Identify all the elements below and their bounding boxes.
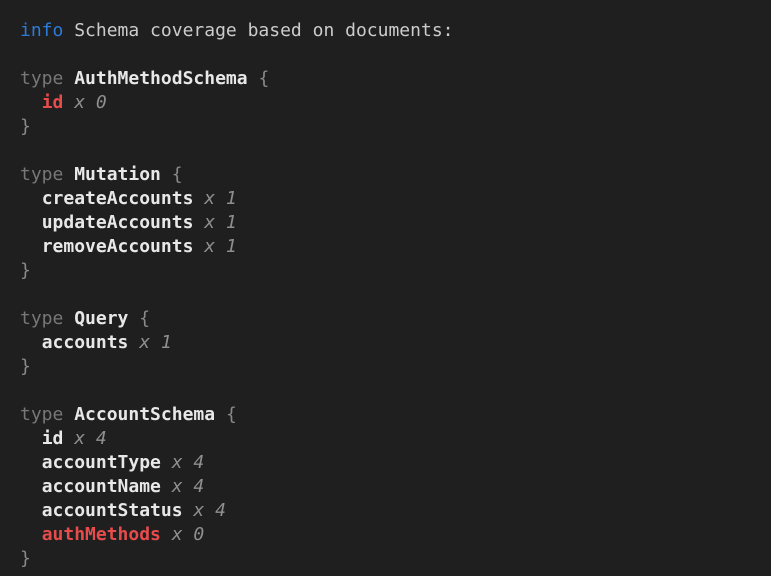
type-name: AccountSchema (74, 404, 215, 425)
terminal-line (20, 139, 757, 163)
log-text (20, 188, 42, 209)
type-keyword: type (20, 164, 63, 185)
terminal-line: } (20, 115, 757, 139)
info-label: info (20, 20, 63, 41)
field-name: accountStatus (42, 500, 183, 521)
usage-count: x 4 (172, 476, 205, 497)
log-text (63, 68, 74, 89)
field-name: accountName (42, 476, 161, 497)
terminal-line (20, 379, 757, 403)
terminal-line: accountStatus x 4 (20, 499, 757, 523)
field-name: removeAccounts (42, 236, 194, 257)
terminal-output[interactable]: info Schema coverage based on documents:… (0, 0, 771, 576)
type-name: Mutation (74, 164, 161, 185)
terminal-line: type Mutation { (20, 163, 757, 187)
brace: } (20, 260, 31, 281)
log-text (183, 500, 194, 521)
brace: { (172, 164, 183, 185)
log-text (193, 236, 204, 257)
terminal-line: createAccounts x 1 (20, 187, 757, 211)
log-text (215, 404, 226, 425)
log-text (193, 188, 204, 209)
field-name-uncovered: id (42, 92, 64, 113)
type-name: Query (74, 308, 128, 329)
log-text (193, 212, 204, 233)
log-text (20, 236, 42, 257)
usage-count: x 4 (74, 428, 107, 449)
terminal-line: accountType x 4 (20, 451, 757, 475)
brace: } (20, 356, 31, 377)
field-name: accountType (42, 452, 161, 473)
usage-count: x 1 (139, 332, 172, 353)
terminal-line: updateAccounts x 1 (20, 211, 757, 235)
usage-count: x 1 (204, 236, 237, 257)
field-name: createAccounts (42, 188, 194, 209)
terminal-line: removeAccounts x 1 (20, 235, 757, 259)
type-keyword: type (20, 68, 63, 89)
log-text (248, 68, 259, 89)
log-text (20, 332, 42, 353)
terminal-line: accountName x 4 (20, 475, 757, 499)
usage-count: x 1 (204, 212, 237, 233)
type-name: AuthMethodSchema (74, 68, 247, 89)
log-text (128, 332, 139, 353)
log-text (20, 428, 42, 449)
terminal-line (20, 283, 757, 307)
field-name: updateAccounts (42, 212, 194, 233)
terminal-line: } (20, 355, 757, 379)
terminal-line (20, 43, 757, 67)
log-text (161, 164, 172, 185)
terminal-line: } (20, 547, 757, 571)
log-text (20, 476, 42, 497)
usage-count: x 0 (172, 524, 205, 545)
brace: { (139, 308, 150, 329)
brace: { (258, 68, 269, 89)
field-name: id (42, 428, 64, 449)
log-text (63, 92, 74, 113)
log-text (63, 428, 74, 449)
terminal-line: id x 4 (20, 427, 757, 451)
log-text (161, 476, 172, 497)
field-name-uncovered: authMethods (42, 524, 161, 545)
brace: } (20, 548, 31, 569)
log-text (63, 308, 74, 329)
log-text (63, 404, 74, 425)
terminal-line: id x 0 (20, 91, 757, 115)
usage-count: x 0 (74, 92, 107, 113)
terminal-line: type Query { (20, 307, 757, 331)
usage-count: x 4 (193, 500, 226, 521)
log-text (20, 500, 42, 521)
type-keyword: type (20, 308, 63, 329)
terminal-line: authMethods x 0 (20, 523, 757, 547)
type-keyword: type (20, 404, 63, 425)
terminal-line: } (20, 259, 757, 283)
terminal-line: type AccountSchema { (20, 403, 757, 427)
usage-count: x 4 (172, 452, 205, 473)
log-text: Schema coverage based on documents: (63, 20, 453, 41)
brace: { (226, 404, 237, 425)
terminal-screen: { "colors": { "background": "#1f1f1f", "… (0, 0, 771, 576)
field-name: accounts (42, 332, 129, 353)
log-text (20, 524, 42, 545)
log-text (128, 308, 139, 329)
terminal-line: type AuthMethodSchema { (20, 67, 757, 91)
brace: } (20, 116, 31, 137)
terminal-line: accounts x 1 (20, 331, 757, 355)
log-text (20, 452, 42, 473)
log-text (63, 164, 74, 185)
log-text (20, 92, 42, 113)
log-text (20, 212, 42, 233)
usage-count: x 1 (204, 188, 237, 209)
terminal-line: info Schema coverage based on documents: (20, 19, 757, 43)
log-text (161, 524, 172, 545)
log-text (161, 452, 172, 473)
